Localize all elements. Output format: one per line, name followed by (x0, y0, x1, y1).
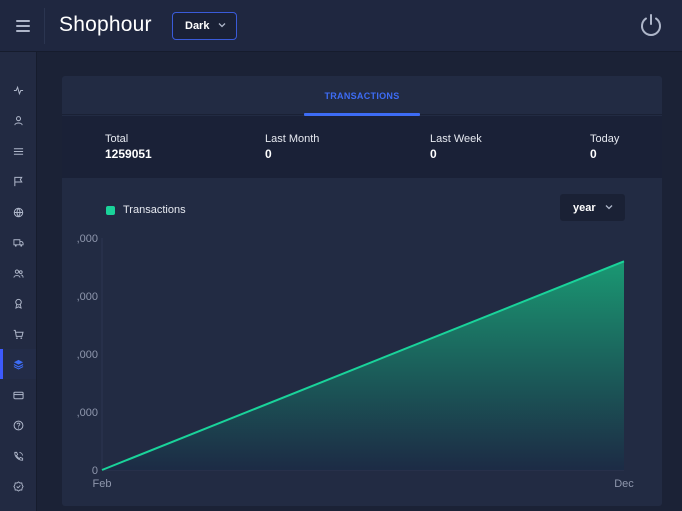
y-tick-label: 0 (92, 465, 98, 477)
stat-label: Last Week (430, 133, 482, 145)
sidebar-item-users[interactable] (0, 258, 36, 288)
theme-select-value: Dark (185, 20, 210, 32)
x-tick-label: Dec (614, 478, 634, 490)
legend-swatch (106, 205, 115, 215)
stat-label: Total (105, 133, 129, 145)
sidebar (0, 52, 37, 511)
tab-transactions[interactable]: TRANSACTIONS (304, 76, 420, 116)
stat-value: 1259051 (105, 147, 152, 161)
sidebar-item-transactions[interactable] (0, 349, 36, 379)
chevron-down-icon (605, 205, 613, 210)
chevron-down-icon (218, 23, 226, 28)
y-tick-label: ,000 (77, 407, 98, 419)
chart-legend[interactable]: Transactions (106, 204, 186, 216)
globe-icon (13, 207, 23, 217)
sidebar-item-badge[interactable] (0, 471, 36, 501)
stat-value: 0 (590, 147, 597, 161)
theme-select[interactable]: Dark (172, 12, 237, 40)
transactions-chart: ,000 ,000 ,000 ,000 0 Feb Dec (77, 233, 635, 490)
topbar-divider (44, 8, 45, 44)
y-tick-label: ,000 (77, 233, 98, 245)
layers-icon (13, 359, 23, 370)
activity-icon (13, 85, 23, 95)
stat-label: Last Month (265, 133, 320, 145)
stat-last-week: Last Week 0 (430, 132, 482, 162)
tab-bar: TRANSACTIONS (62, 76, 662, 116)
sidebar-item-user[interactable] (0, 105, 36, 135)
truck-icon (12, 238, 24, 247)
x-tick-label: Feb (93, 478, 112, 490)
users-icon (12, 269, 24, 278)
stat-value: 0 (265, 147, 272, 161)
user-icon (13, 115, 23, 125)
legend-label: Transactions (123, 204, 186, 216)
sidebar-item-phone[interactable] (0, 441, 36, 471)
stats-row: Total 1259051 Last Month 0 Last Week 0 T… (62, 116, 662, 178)
stat-last-month: Last Month 0 (265, 132, 319, 162)
stat-total: Total 1259051 (105, 132, 152, 162)
sidebar-item-award[interactable] (0, 288, 36, 318)
badge-icon (12, 480, 24, 492)
credit-card-icon (12, 391, 24, 399)
sidebar-item-help[interactable] (0, 410, 36, 440)
sidebar-item-cart[interactable] (0, 319, 36, 349)
y-tick-label: ,000 (77, 291, 98, 303)
help-icon (13, 420, 23, 430)
sidebar-item-truck[interactable] (0, 227, 36, 257)
award-icon (14, 298, 22, 309)
y-tick-label: ,000 (77, 349, 98, 361)
sidebar-item-activity[interactable] (0, 75, 36, 105)
sidebar-item-card[interactable] (0, 380, 36, 410)
sidebar-item-list[interactable] (0, 136, 36, 166)
cart-icon (13, 329, 24, 339)
list-icon (13, 147, 23, 155)
sidebar-item-flag[interactable] (0, 166, 36, 196)
stat-label: Today (590, 133, 620, 145)
power-icon[interactable] (638, 12, 664, 38)
transactions-card: TRANSACTIONS Total 1259051 Last Month 0 … (62, 76, 662, 506)
period-select[interactable]: year (560, 194, 625, 221)
brand-title: Shophour (59, 13, 152, 36)
top-bar: Shophour Dark (0, 0, 682, 52)
period-select-value: year (573, 201, 596, 214)
flag-icon (13, 176, 23, 186)
phone-icon (13, 451, 23, 461)
stat-today: Today 0 (590, 132, 619, 162)
stat-value: 0 (430, 147, 437, 161)
sidebar-item-globe[interactable] (0, 197, 36, 227)
hamburger-menu-icon[interactable] (6, 10, 40, 42)
